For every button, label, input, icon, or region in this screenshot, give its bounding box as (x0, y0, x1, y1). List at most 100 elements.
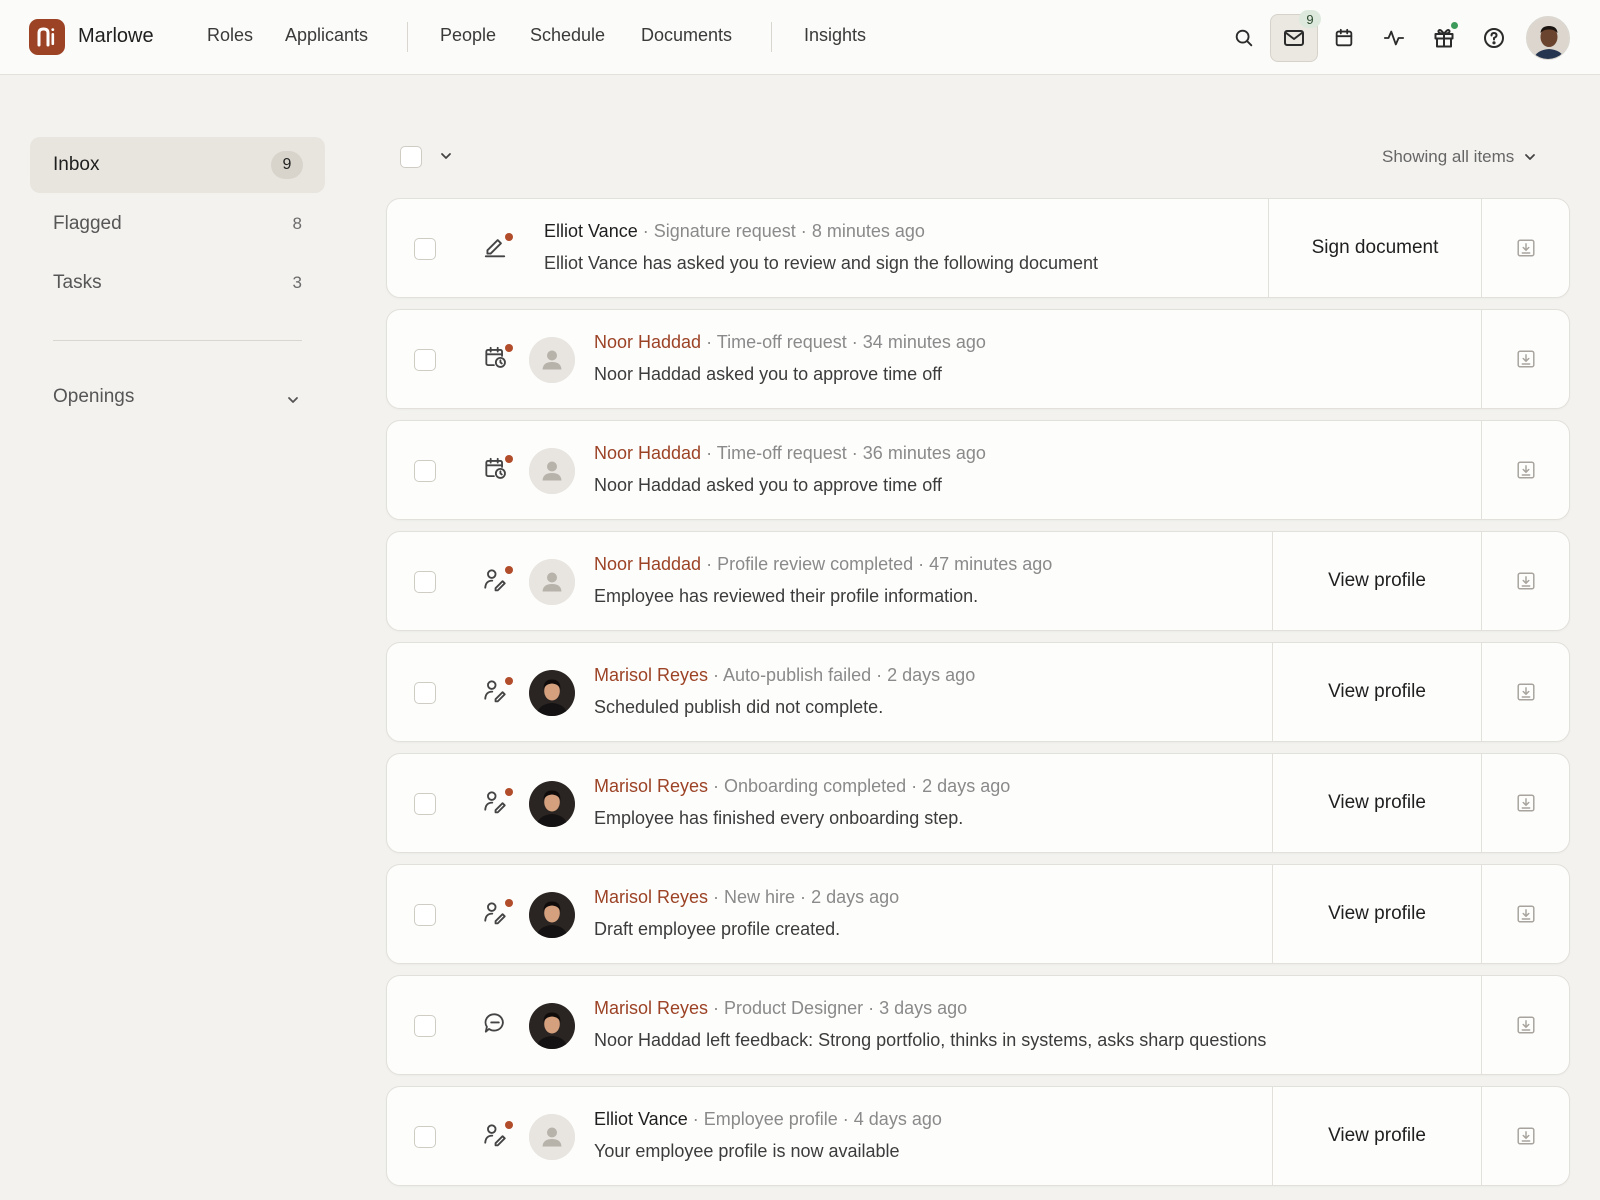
row-checkbox[interactable] (414, 793, 436, 815)
row-header: Marisol Reyes · New hire · 2 days ago (594, 887, 899, 908)
help-icon[interactable] (1474, 18, 1514, 58)
inbox-row[interactable]: Marisol Reyes · Product Designer · 3 day… (386, 975, 1570, 1075)
download-icon[interactable] (1481, 421, 1569, 519)
row-checkbox[interactable] (414, 349, 436, 371)
row-checkbox[interactable] (414, 571, 436, 593)
inbox-row[interactable]: Noor Haddad · Time-off request · 36 minu… (386, 420, 1570, 520)
row-header: Elliot Vance · Employee profile · 4 days… (594, 1109, 942, 1130)
inbox-row[interactable]: Elliot Vance · Employee profile · 4 days… (386, 1086, 1570, 1186)
filter-dropdown[interactable]: Showing all items (1382, 147, 1538, 167)
view-profile-button[interactable]: View profile (1272, 1087, 1481, 1185)
notification-type: · Product Designer · (708, 998, 880, 1018)
gift-icon[interactable] (1424, 18, 1464, 58)
search-icon[interactable] (1224, 18, 1264, 58)
notification-type: · Time-off request · (701, 443, 863, 463)
sender-avatar (529, 559, 575, 605)
pen-icon (482, 233, 514, 265)
activity-pulse-icon[interactable] (1374, 18, 1414, 58)
row-checkbox[interactable] (414, 460, 436, 482)
inbox-row[interactable]: Noor Haddad · Time-off request · 34 minu… (386, 309, 1570, 409)
download-icon[interactable] (1481, 865, 1569, 963)
calendar-clock-icon (482, 455, 514, 487)
sender-name[interactable]: Marisol Reyes (594, 887, 708, 907)
inbox-row[interactable]: Elliot Vance · Signature request · 8 min… (386, 198, 1570, 298)
inbox-row[interactable]: Noor Haddad · Profile review completed ·… (386, 531, 1570, 631)
row-checkbox[interactable] (414, 682, 436, 704)
download-icon[interactable] (1481, 199, 1569, 297)
sender-name[interactable]: Elliot Vance (544, 221, 638, 241)
sidebar-item-flagged[interactable]: Flagged 8 (30, 196, 325, 252)
row-header: Marisol Reyes · Onboarding completed · 2… (594, 776, 1010, 797)
chat-icon (482, 1010, 514, 1042)
unread-dot (505, 566, 513, 574)
user-edit-icon (482, 1121, 514, 1153)
mail-count-badge: 9 (1299, 10, 1321, 28)
notification-type: · Profile review completed · (701, 554, 930, 574)
nav-applicants[interactable]: Applicants (285, 25, 368, 46)
timestamp: 2 days ago (887, 665, 976, 685)
inbox-row[interactable]: Marisol Reyes · New hire · 2 days ago Dra… (386, 864, 1570, 964)
unread-dot (505, 233, 513, 241)
view-profile-button[interactable]: View profile (1272, 643, 1481, 741)
sidebar-divider (53, 340, 302, 341)
user-avatar[interactable] (1526, 16, 1570, 60)
download-icon[interactable] (1481, 976, 1569, 1074)
sidebar-item-label: Tasks (53, 272, 102, 293)
calendar-icon[interactable] (1324, 18, 1364, 58)
row-checkbox[interactable] (414, 1126, 436, 1148)
user-edit-icon (482, 899, 514, 931)
notification-type: · Auto-publish failed · (708, 665, 888, 685)
nav-schedule[interactable]: Schedule (530, 25, 605, 46)
inbox-count-badge: 9 (271, 151, 303, 179)
sender-name[interactable]: Elliot Vance (594, 1109, 688, 1129)
download-icon[interactable] (1481, 310, 1569, 408)
row-checkbox[interactable] (414, 238, 436, 260)
user-edit-icon (482, 788, 514, 820)
download-icon[interactable] (1481, 1087, 1569, 1185)
nav-roles[interactable]: Roles (207, 25, 253, 46)
sender-name[interactable]: Marisol Reyes (594, 998, 708, 1018)
chevron-down-icon[interactable] (438, 148, 454, 164)
app-logo-icon[interactable] (29, 19, 65, 55)
timestamp: 8 minutes ago (811, 221, 925, 241)
row-header: Elliot Vance · Signature request · 8 min… (544, 221, 925, 242)
timestamp: 47 minutes ago (929, 554, 1053, 574)
nav-documents[interactable]: Documents (641, 25, 732, 46)
sender-avatar (529, 1003, 575, 1049)
notification-type: · Time-off request · (701, 332, 863, 352)
sign-document-button[interactable]: Sign document (1268, 199, 1481, 297)
sender-name[interactable]: Noor Haddad (594, 554, 701, 574)
sender-name[interactable]: Marisol Reyes (594, 776, 708, 796)
notification-type: · Onboarding completed · (708, 776, 923, 796)
inbox-row[interactable]: Marisol Reyes · Auto-publish failed · 2 … (386, 642, 1570, 742)
view-profile-button[interactable]: View profile (1272, 754, 1481, 852)
sender-name[interactable]: Noor Haddad (594, 332, 701, 352)
sender-avatar (529, 670, 575, 716)
nav-insights[interactable]: Insights (804, 25, 866, 46)
row-header: Marisol Reyes · Product Designer · 3 day… (594, 998, 967, 1019)
nav-people[interactable]: People (440, 25, 496, 46)
inbox-row[interactable]: Marisol Reyes · Onboarding completed · 2… (386, 753, 1570, 853)
row-message: Noor Haddad asked you to approve time of… (594, 475, 942, 495)
notification-type: · New hire · (708, 887, 812, 907)
sidebar-openings-toggle[interactable]: Openings (53, 386, 134, 408)
tasks-count: 3 (292, 273, 302, 292)
unread-dot (505, 899, 513, 907)
view-profile-button[interactable]: View profile (1272, 865, 1481, 963)
download-icon[interactable] (1481, 532, 1569, 630)
sidebar-item-inbox[interactable]: Inbox 9 (30, 137, 325, 193)
row-checkbox[interactable] (414, 1015, 436, 1037)
row-checkbox[interactable] (414, 904, 436, 926)
download-icon[interactable] (1481, 643, 1569, 741)
user-edit-icon (482, 677, 514, 709)
timestamp: 2 days ago (811, 887, 900, 907)
row-header: Noor Haddad · Profile review completed ·… (594, 554, 1052, 575)
select-all-checkbox[interactable] (400, 146, 422, 168)
chevron-down-icon[interactable] (285, 392, 301, 408)
view-profile-button[interactable]: View profile (1272, 532, 1481, 630)
download-icon[interactable] (1481, 754, 1569, 852)
sidebar-item-tasks[interactable]: Tasks 3 (30, 255, 325, 311)
sender-name[interactable]: Marisol Reyes (594, 665, 708, 685)
timestamp: 2 days ago (922, 776, 1011, 796)
sender-name[interactable]: Noor Haddad (594, 443, 701, 463)
